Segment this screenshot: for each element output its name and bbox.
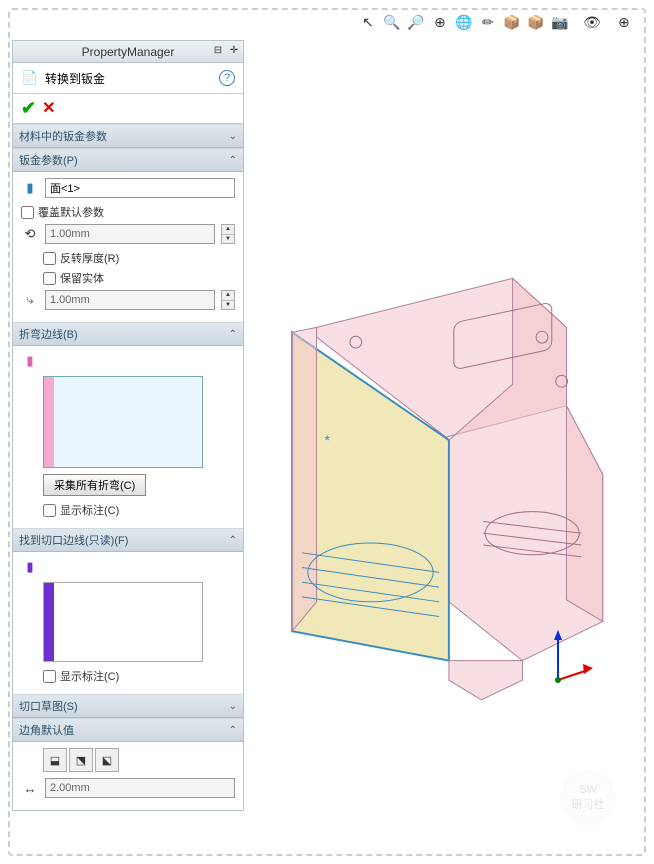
view-orient-icon[interactable]: 🌐 [454, 12, 474, 32]
section-title: 切口草图(S) [19, 698, 78, 714]
panel-title: PropertyManager ⊟ ✛ [13, 41, 243, 63]
gap-icon: ↔ [21, 779, 39, 797]
reverse-thickness-checkbox[interactable]: 反转厚度(R) [43, 250, 235, 266]
watermark: SW 研习社 [560, 770, 616, 826]
bend-edge-icon[interactable]: ▮ [21, 352, 39, 370]
corner-type-3-button[interactable]: ⬕ [95, 748, 119, 772]
zoom-prev-icon[interactable]: 🔎 [406, 12, 426, 32]
watermark-line1: SW [579, 784, 597, 796]
bend-edges-listbox[interactable] [43, 376, 203, 468]
collect-bends-button[interactable]: 采集所有折弯(C) [43, 474, 146, 496]
thickness-input[interactable] [45, 224, 215, 244]
section-title: 边角默认值 [19, 722, 74, 738]
view-settings-icon[interactable]: 👁 [582, 12, 602, 32]
chevron-up-icon: ⌃ [229, 155, 237, 166]
chevron-up-icon: ⌃ [229, 725, 237, 736]
corner-type-1-button[interactable]: ⬓ [43, 748, 67, 772]
show-callout-checkbox-2[interactable]: 显示标注(C) [43, 668, 235, 684]
thickness-spinner[interactable]: ▲▼ [221, 224, 235, 244]
rip-edge-icon[interactable]: ▮ [21, 558, 39, 576]
checkbox-label: 反转厚度(R) [60, 250, 119, 266]
gap-input[interactable] [45, 778, 235, 798]
pushpin-icon[interactable]: ✛ [227, 43, 241, 57]
scene-icon[interactable]: 📷 [550, 12, 570, 32]
help-button[interactable]: ? [219, 70, 235, 86]
section-bend-edges[interactable]: 折弯边线(B) ⌃ [13, 322, 243, 346]
zoom-area-icon[interactable]: 🔍 [382, 12, 402, 32]
chevron-down-icon: ⌄ [229, 131, 237, 142]
checkbox-label: 覆盖默认参数 [38, 204, 104, 220]
panel-title-text: PropertyManager [82, 45, 175, 59]
section-title: 材料中的钣金参数 [19, 128, 107, 144]
section-material-params[interactable]: 材料中的钣金参数 ⌄ [13, 124, 243, 148]
svg-text:*: * [324, 433, 330, 448]
section-corner-defaults[interactable]: 边角默认值 ⌃ [13, 718, 243, 742]
show-callout-checkbox[interactable]: 显示标注(C) [43, 502, 235, 518]
chevron-down-icon: ⌄ [229, 701, 237, 712]
convert-sheetmetal-icon: 📄 [21, 69, 39, 87]
chevron-up-icon: ⌃ [229, 329, 237, 340]
feature-header: 📄 转换到钣金 ? [13, 63, 243, 94]
chevron-up-icon: ⌃ [229, 535, 237, 546]
watermark-line2: 研习社 [572, 796, 605, 812]
confirm-row: ✔ ✕ [13, 94, 243, 124]
zoom-fit-icon[interactable]: ↖ [358, 12, 378, 32]
more-icon[interactable]: ⊕ [614, 12, 634, 32]
checkbox-label: 显示标注(C) [60, 668, 119, 684]
checkbox-label: 显示标注(C) [60, 502, 119, 518]
override-default-checkbox[interactable]: 覆盖默认参数 [21, 204, 235, 220]
thickness-icon: ⟲ [21, 225, 39, 243]
section-title: 钣金参数(P) [19, 152, 78, 168]
cancel-button[interactable]: ✕ [42, 98, 55, 119]
display-style-icon[interactable]: ✏ [478, 12, 498, 32]
property-manager-panel: PropertyManager ⊟ ✛ 📄 转换到钣金 ? ✔ ✕ 材料中的钣金… [12, 40, 244, 811]
fixed-face-input[interactable] [45, 178, 235, 198]
section-title: 找到切口边线(只读)(F) [19, 532, 128, 548]
keep-body-checkbox[interactable]: 保留实体 [43, 270, 235, 286]
bend-radius-input[interactable] [45, 290, 215, 310]
section-rip-sketch[interactable]: 切口草图(S) ⌄ [13, 694, 243, 718]
ok-button[interactable]: ✔ [21, 98, 36, 119]
face-select-icon[interactable]: ▮ [21, 179, 39, 197]
graphics-viewport[interactable]: * SW 研习社 [248, 40, 640, 850]
rip-edges-listbox [43, 582, 203, 662]
checkbox-label: 保留实体 [60, 270, 104, 286]
feature-title: 转换到钣金 [45, 70, 105, 87]
appearance-icon[interactable]: 📦 [526, 12, 546, 32]
section-title: 折弯边线(B) [19, 326, 78, 342]
bend-radius-icon: ⤷ [21, 291, 39, 309]
corner-type-2-button[interactable]: ⬔ [69, 748, 93, 772]
hide-show-icon[interactable]: 📦 [502, 12, 522, 32]
heads-up-toolbar: ↖ 🔍 🔎 ⊕ 🌐 ✏ 📦 📦 📷 👁 ⊕ [0, 12, 640, 38]
bend-radius-spinner[interactable]: ▲▼ [221, 290, 235, 310]
section-rip-edges[interactable]: 找到切口边线(只读)(F) ⌃ [13, 528, 243, 552]
keep-visible-icon[interactable]: ⊟ [211, 43, 225, 57]
section-sheetmetal-params[interactable]: 钣金参数(P) ⌃ [13, 148, 243, 172]
section-icon[interactable]: ⊕ [430, 12, 450, 32]
